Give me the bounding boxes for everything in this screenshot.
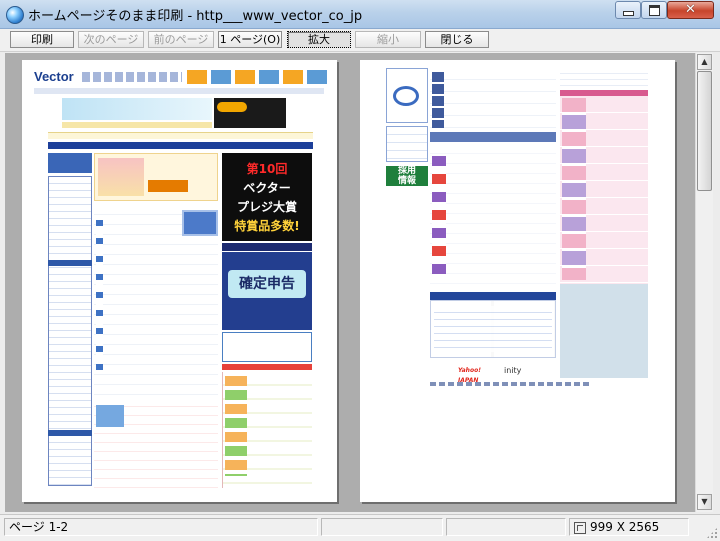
print-button[interactable]: 印刷 <box>10 31 74 48</box>
status-size-cell: 999 X 2565 <box>569 518 689 536</box>
preview-toolbar: 印刷 次のページ 前のページ 1 ページ(O) 拡大 縮小 閉じる <box>0 29 720 52</box>
header-links <box>82 72 182 82</box>
banner-line-3: プレジ大賞 <box>236 200 297 214</box>
recruit-label: 採用 <box>397 166 416 176</box>
recruit-banner: 採用 情報 <box>386 166 428 186</box>
news-bullets <box>96 220 103 370</box>
menu-strip <box>48 132 313 139</box>
tax-banner-text: 確定申告 <box>228 270 306 298</box>
next-page-button[interactable]: 次のページ <box>78 31 144 48</box>
title-bar[interactable]: ホームページそのまま印刷 - http___www_vector_co_jp ✕ <box>0 0 720 29</box>
side-logo <box>48 153 92 173</box>
scroll-up-arrow-icon[interactable]: ▲ <box>697 54 712 70</box>
minimize-icon <box>622 10 634 16</box>
side-panel-heading <box>222 364 312 370</box>
close-window-button[interactable]: ✕ <box>667 1 714 19</box>
preview-page-1[interactable]: Vector 第10回 ベクター プレジ大賞 特賞品多数! 確定申告 <box>22 60 337 502</box>
ranking-thumbnail <box>96 405 124 427</box>
one-page-button[interactable]: 1 ページ(O) <box>218 31 282 48</box>
featured-badge <box>148 180 188 192</box>
footer-text: inity <box>504 366 522 375</box>
minimize-button[interactable] <box>615 1 641 19</box>
article-list <box>430 144 556 284</box>
resize-grip-icon[interactable] <box>706 527 718 539</box>
app-globe-icon <box>6 6 24 24</box>
software-list <box>430 68 556 130</box>
window-title: ホームページそのまま印刷 - http___www_vector_co_jp <box>28 9 363 24</box>
status-bar: ページ 1-2 999 X 2565 <box>0 514 720 541</box>
contest-banner-text: 第10回 ベクター プレジ大賞 特賞品多数! <box>227 160 307 240</box>
article-icons <box>432 156 446 276</box>
maximize-icon <box>648 4 660 16</box>
right-column-text <box>560 68 648 90</box>
banner-line-2: ベクター <box>243 181 291 195</box>
status-empty-2 <box>446 518 566 536</box>
top-banner-left <box>62 98 212 120</box>
status-size: 999 X 2565 <box>590 520 660 534</box>
header-banners <box>187 70 327 84</box>
page-size-icon <box>574 521 586 534</box>
software-icons <box>432 72 444 128</box>
game-thumbnails <box>562 98 586 280</box>
link-section-heading <box>430 292 556 300</box>
close-icon: ✕ <box>685 2 696 17</box>
zoom-out-button[interactable]: 縮小 <box>355 31 421 48</box>
maximize-button[interactable] <box>641 1 667 19</box>
vertical-scrollbar[interactable]: ▲ ▼ <box>695 53 713 512</box>
recruit-label-2: 情報 <box>397 176 416 186</box>
banner-badge <box>217 102 247 112</box>
side-panel <box>222 332 312 362</box>
prev-page-button[interactable]: 前のページ <box>148 31 214 48</box>
status-page-info: ページ 1-2 <box>4 518 318 536</box>
scroll-down-arrow-icon[interactable]: ▼ <box>697 494 712 510</box>
site-logo: Vector <box>34 69 74 84</box>
search-bar <box>48 142 313 149</box>
footer-logo: Yahoo! JAPAN <box>458 367 481 384</box>
link-grid-lines <box>434 306 552 352</box>
side-list-icons <box>225 376 247 476</box>
banner-line-1: 第10回 <box>246 162 288 176</box>
nav-strip <box>34 88 324 94</box>
zoom-in-button[interactable]: 拡大 <box>287 31 351 48</box>
ad-logo <box>393 86 419 106</box>
category-list <box>48 176 92 486</box>
news-thumbnail <box>182 210 218 236</box>
category-heading-2 <box>48 430 92 436</box>
category-heading <box>48 260 92 266</box>
status-empty-1 <box>321 518 443 536</box>
close-preview-button[interactable]: 閉じる <box>425 31 489 48</box>
banner-line-4: 特賞品多数! <box>234 219 300 233</box>
banner-divider <box>222 243 312 251</box>
banner-caption <box>62 122 212 128</box>
featured-image <box>98 158 144 196</box>
footer-links <box>430 382 590 386</box>
left-menu <box>386 126 428 162</box>
preview-page-2[interactable]: 採用 情報 Yahoo! JAPAN inity <box>360 60 675 502</box>
scroll-thumb[interactable] <box>697 71 712 191</box>
section-heading <box>430 132 556 142</box>
